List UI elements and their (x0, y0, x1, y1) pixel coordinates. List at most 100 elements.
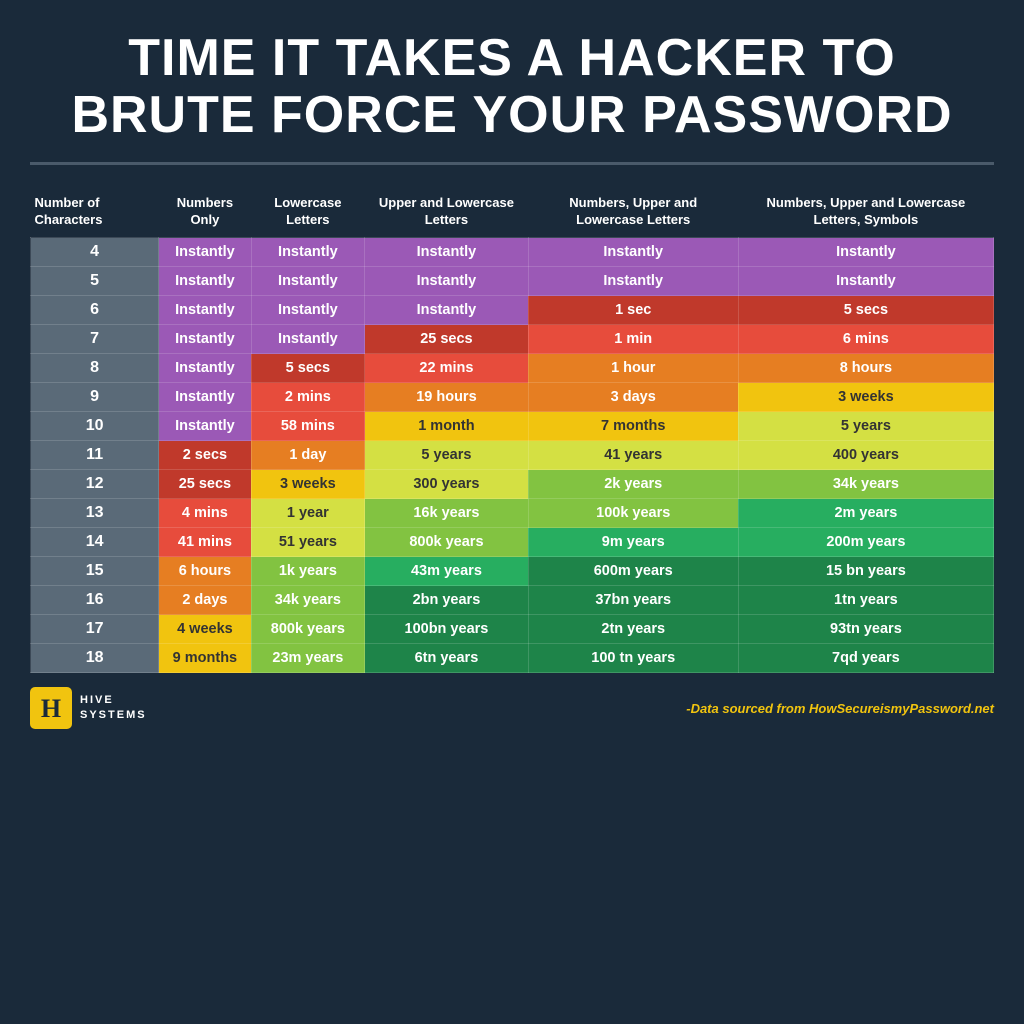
data-cell: Instantly (528, 267, 738, 296)
data-cell: 1 sec (528, 296, 738, 325)
svg-text:H: H (41, 694, 61, 723)
data-cell: 25 secs (159, 470, 251, 499)
data-cell: 1 day (251, 441, 365, 470)
data-cell: 3 weeks (251, 470, 365, 499)
col-header-5: Numbers, Upper and Lowercase Letters, Sy… (738, 187, 993, 237)
data-cell: Instantly (159, 267, 251, 296)
char-count-cell: 12 (31, 470, 159, 499)
data-cell: 34k years (738, 470, 993, 499)
data-cell: 100 tn years (528, 644, 738, 673)
data-cell: 1tn years (738, 586, 993, 615)
char-count-cell: 7 (31, 325, 159, 354)
char-count-cell: 6 (31, 296, 159, 325)
data-cell: Instantly (365, 296, 528, 325)
data-cell: 200m years (738, 528, 993, 557)
col-header-3: Upper and Lowercase Letters (365, 187, 528, 237)
table-row: 1441 mins51 years800k years9m years200m … (31, 528, 994, 557)
data-cell: 51 years (251, 528, 365, 557)
data-cell: Instantly (159, 296, 251, 325)
table-row: 112 secs1 day5 years41 years400 years (31, 441, 994, 470)
data-cell: 25 secs (365, 325, 528, 354)
data-cell: 400 years (738, 441, 993, 470)
hive-brand-text: HIVE SYSTEMS (80, 693, 147, 724)
data-cell: 2m years (738, 499, 993, 528)
table-row: 5InstantlyInstantlyInstantlyInstantlyIns… (31, 267, 994, 296)
char-count-cell: 4 (31, 238, 159, 267)
data-cell: Instantly (528, 238, 738, 267)
data-cell: 2tn years (528, 615, 738, 644)
hive-icon: H (30, 687, 72, 729)
password-table: Number of CharactersNumbers OnlyLowercas… (30, 187, 994, 673)
data-cell: 6 hours (159, 557, 251, 586)
table-row: 156 hours1k years43m years600m years15 b… (31, 557, 994, 586)
data-cell: 43m years (365, 557, 528, 586)
data-cell: 800k years (251, 615, 365, 644)
data-cell: 800k years (365, 528, 528, 557)
data-cell: 8 hours (738, 354, 993, 383)
source-text: -Data sourced from HowSecureismyPassword… (686, 701, 994, 716)
data-cell: Instantly (159, 325, 251, 354)
table-row: 162 days34k years2bn years37bn years1tn … (31, 586, 994, 615)
data-cell: 600m years (528, 557, 738, 586)
table-row: 4InstantlyInstantlyInstantlyInstantlyIns… (31, 238, 994, 267)
data-cell: Instantly (365, 238, 528, 267)
char-count-cell: 8 (31, 354, 159, 383)
table-row: 134 mins1 year16k years100k years2m year… (31, 499, 994, 528)
footer: H HIVE SYSTEMS -Data sourced from HowSec… (30, 687, 994, 729)
data-cell: 23m years (251, 644, 365, 673)
data-cell: 100k years (528, 499, 738, 528)
data-cell: 100bn years (365, 615, 528, 644)
data-cell: 5 years (738, 412, 993, 441)
data-cell: 5 secs (251, 354, 365, 383)
data-cell: 9m years (528, 528, 738, 557)
table-row: 6InstantlyInstantlyInstantly1 sec5 secs (31, 296, 994, 325)
char-count-cell: 13 (31, 499, 159, 528)
data-table-wrap: Number of CharactersNumbers OnlyLowercas… (30, 187, 994, 673)
table-row: 189 months23m years6tn years100 tn years… (31, 644, 994, 673)
data-cell: 2bn years (365, 586, 528, 615)
char-count-cell: 16 (31, 586, 159, 615)
data-cell: 5 years (365, 441, 528, 470)
data-cell: 93tn years (738, 615, 993, 644)
col-header-4: Numbers, Upper and Lowercase Letters (528, 187, 738, 237)
data-cell: Instantly (365, 267, 528, 296)
data-cell: Instantly (159, 383, 251, 412)
data-cell: 2 mins (251, 383, 365, 412)
data-cell: 2k years (528, 470, 738, 499)
data-cell: 1 hour (528, 354, 738, 383)
data-cell: 7qd years (738, 644, 993, 673)
table-row: 7InstantlyInstantly25 secs1 min6 mins (31, 325, 994, 354)
char-count-cell: 9 (31, 383, 159, 412)
data-cell: 1k years (251, 557, 365, 586)
char-count-cell: 18 (31, 644, 159, 673)
data-cell: Instantly (251, 238, 365, 267)
data-cell: 6 mins (738, 325, 993, 354)
data-cell: Instantly (251, 325, 365, 354)
data-cell: 1 month (365, 412, 528, 441)
table-row: 9Instantly2 mins19 hours3 days3 weeks (31, 383, 994, 412)
char-count-cell: 17 (31, 615, 159, 644)
table-row: 10Instantly58 mins1 month7 months5 years (31, 412, 994, 441)
data-cell: Instantly (251, 267, 365, 296)
data-cell: 58 mins (251, 412, 365, 441)
data-cell: Instantly (251, 296, 365, 325)
char-count-cell: 14 (31, 528, 159, 557)
divider (30, 162, 994, 165)
data-cell: 7 months (528, 412, 738, 441)
data-cell: Instantly (738, 238, 993, 267)
data-cell: 6tn years (365, 644, 528, 673)
data-cell: 37bn years (528, 586, 738, 615)
data-cell: 300 years (365, 470, 528, 499)
col-header-2: Lowercase Letters (251, 187, 365, 237)
char-count-cell: 5 (31, 267, 159, 296)
data-cell: 5 secs (738, 296, 993, 325)
data-cell: 19 hours (365, 383, 528, 412)
char-count-cell: 11 (31, 441, 159, 470)
hive-logo: H HIVE SYSTEMS (30, 687, 147, 729)
data-cell: Instantly (159, 238, 251, 267)
data-cell: Instantly (738, 267, 993, 296)
data-cell: 15 bn years (738, 557, 993, 586)
table-row: 1225 secs3 weeks300 years2k years34k yea… (31, 470, 994, 499)
table-row: 8Instantly5 secs22 mins1 hour8 hours (31, 354, 994, 383)
data-cell: 3 days (528, 383, 738, 412)
